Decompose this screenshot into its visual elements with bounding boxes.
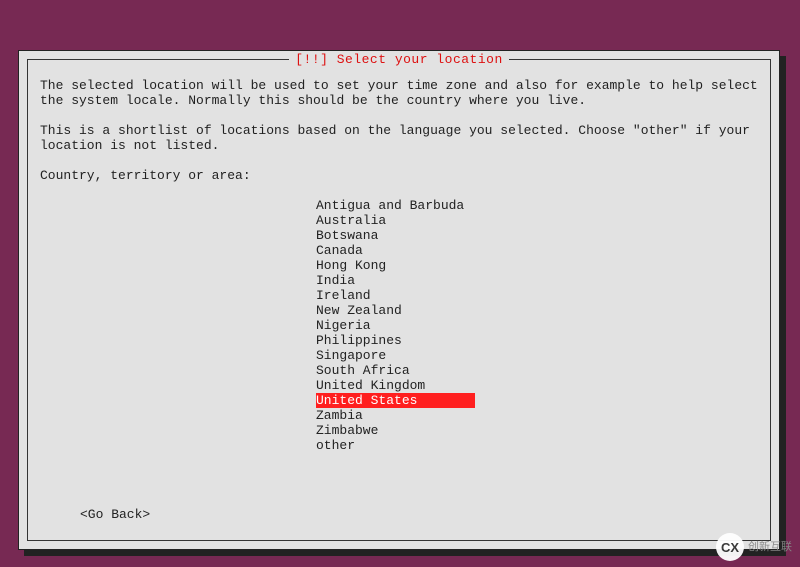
location-item[interactable]: Zambia [316, 408, 758, 423]
description-1: The selected location will be used to se… [40, 78, 758, 108]
location-item[interactable]: Botswana [316, 228, 758, 243]
location-item[interactable]: Antigua and Barbuda [316, 198, 758, 213]
location-item[interactable]: United States [316, 393, 475, 408]
prompt-label: Country, territory or area: [40, 168, 758, 183]
location-item[interactable]: Hong Kong [316, 258, 758, 273]
location-item[interactable]: Ireland [316, 288, 758, 303]
go-back-button[interactable]: <Go Back> [80, 507, 150, 522]
location-item[interactable]: Singapore [316, 348, 758, 363]
location-item[interactable]: Australia [316, 213, 758, 228]
location-item[interactable]: United Kingdom [316, 378, 758, 393]
location-list[interactable]: Antigua and BarbudaAustraliaBotswanaCana… [316, 198, 758, 453]
watermark-text: 创新互联 [748, 540, 792, 555]
description-2: This is a shortlist of locations based o… [40, 123, 758, 153]
location-item[interactable]: South Africa [316, 363, 758, 378]
location-dialog: [!!] Select your location The selected l… [18, 50, 780, 550]
location-item[interactable]: Nigeria [316, 318, 758, 333]
dialog-title-wrap: [!!] Select your location [28, 52, 770, 67]
watermark-icon: CX [716, 533, 744, 561]
dialog-title: [!!] Select your location [289, 52, 509, 67]
dialog-body: The selected location will be used to se… [28, 60, 770, 453]
dialog-border: [!!] Select your location The selected l… [27, 59, 771, 541]
location-item[interactable]: other [316, 438, 758, 453]
watermark: CX 创新互联 [716, 533, 792, 561]
location-item[interactable]: India [316, 273, 758, 288]
location-item[interactable]: Canada [316, 243, 758, 258]
location-item[interactable]: Philippines [316, 333, 758, 348]
location-item[interactable]: Zimbabwe [316, 423, 758, 438]
location-item[interactable]: New Zealand [316, 303, 758, 318]
